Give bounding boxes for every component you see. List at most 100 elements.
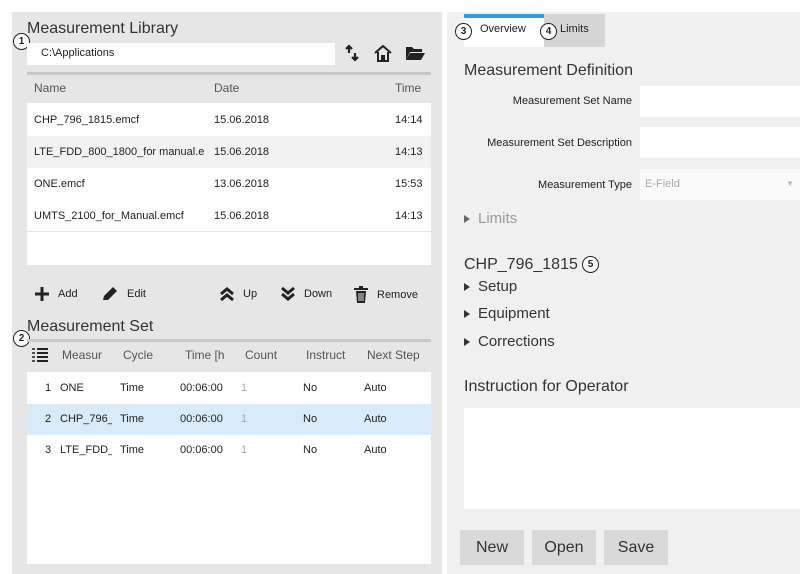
set-row-time: 00:06:00 xyxy=(180,444,223,456)
edit-button[interactable]: Edit xyxy=(101,286,146,302)
instruction-textarea[interactable] xyxy=(464,408,800,509)
column-header-date[interactable]: Date xyxy=(214,81,239,95)
set-row-number: 1 xyxy=(45,382,52,394)
tab-limits-label: Limits xyxy=(560,23,589,35)
measurement-set-description-label: Measurement Set Description xyxy=(487,137,632,149)
folder-open-icon[interactable] xyxy=(402,42,428,64)
library-row-time: 14:14 xyxy=(395,114,423,126)
column-header-time[interactable]: Time xyxy=(395,81,421,95)
library-row-date: 15.06.2018 xyxy=(214,210,270,222)
measurement-set-name-label: Measurement Set Name xyxy=(512,95,632,107)
library-row[interactable]: LTE_FDD_800_1800_for manual.e 15.06.2018… xyxy=(27,136,431,168)
callout-5: 5 xyxy=(582,256,599,273)
library-header-divider xyxy=(27,72,431,75)
library-row[interactable]: UMTS_2100_for_Manual.emcf 15.06.2018 14:… xyxy=(27,200,431,232)
set-row-time: 00:06:00 xyxy=(180,382,223,394)
list-settings-icon[interactable] xyxy=(31,347,49,363)
library-row-name: UMTS_2100_for_Manual.emcf xyxy=(34,210,184,222)
add-button-label: Add xyxy=(58,288,78,300)
new-button[interactable]: New xyxy=(460,530,524,565)
set-header-divider xyxy=(27,339,431,342)
set-row-cycle: Time xyxy=(120,444,145,456)
set-row-instruction: No xyxy=(303,413,318,425)
library-row[interactable]: ONE.emcf 13.06.2018 15:53 xyxy=(27,168,431,200)
expand-arrow-icon xyxy=(464,214,470,223)
expand-arrow-icon xyxy=(464,309,470,318)
set-row-number: 3 xyxy=(45,444,52,456)
library-row-name: ONE.emcf xyxy=(34,178,85,190)
library-row-time: 14:13 xyxy=(395,146,423,158)
tab-overview-label: Overview xyxy=(480,23,526,35)
remove-button-label: Remove xyxy=(377,289,418,301)
corrections-expander[interactable]: Corrections xyxy=(464,333,555,350)
add-button[interactable]: Add xyxy=(34,286,78,302)
up-button[interactable]: Up xyxy=(219,286,257,302)
remove-button[interactable]: Remove xyxy=(353,286,418,304)
library-row-date: 13.06.2018 xyxy=(214,178,270,190)
setup-expander-label: Setup xyxy=(478,278,518,295)
set-row-next-step: Auto xyxy=(364,413,387,425)
measurement-type-dropdown[interactable]: E-Field ▼ xyxy=(640,169,800,200)
equipment-expander-label: Equipment xyxy=(478,305,550,322)
set-row-instruction: No xyxy=(303,444,318,456)
library-path-field[interactable]: C:\Applications xyxy=(27,43,335,65)
set-row-name: LTE_FDD_8 xyxy=(60,444,112,456)
down-button-label: Down xyxy=(304,288,333,300)
plus-icon xyxy=(35,287,49,301)
measurement-set-description-field[interactable] xyxy=(640,127,800,158)
column-header-count[interactable]: Count xyxy=(245,348,277,362)
down-button[interactable]: Down xyxy=(280,286,332,302)
set-row-number: 2 xyxy=(45,413,52,425)
limits-expander-label: Limits xyxy=(478,210,518,227)
column-header-next-step[interactable]: Next Step xyxy=(367,348,420,362)
trash-icon xyxy=(354,286,368,303)
column-header-instruction[interactable]: Instruct xyxy=(306,348,356,362)
column-header-time[interactable]: Time [h xyxy=(185,348,235,362)
library-row-date: 15.06.2018 xyxy=(214,114,270,126)
set-row[interactable]: 3 LTE_FDD_8 Time 00:06:00 1 No Auto xyxy=(27,435,431,466)
set-row-instruction: No xyxy=(303,382,318,394)
home-icon[interactable] xyxy=(370,42,396,64)
measurement-set-title: Measurement Set xyxy=(27,318,154,335)
set-row-count: 1 xyxy=(241,413,248,425)
double-chevron-up-icon xyxy=(220,287,234,302)
callout-3: 3 xyxy=(455,23,472,40)
column-header-cycle[interactable]: Cycle xyxy=(123,348,153,362)
tab-overview-indicator xyxy=(464,14,544,18)
callout-4: 4 xyxy=(540,23,557,40)
set-row-next-step: Auto xyxy=(364,382,387,394)
save-button[interactable]: Save xyxy=(604,530,668,565)
set-row[interactable]: 1 ONE Time 00:06:00 1 No Auto xyxy=(27,373,431,404)
library-row-date: 15.06.2018 xyxy=(214,146,270,158)
open-button[interactable]: Open xyxy=(532,530,596,565)
selected-measurement-title: CHP_796_1815 xyxy=(464,256,578,273)
edit-button-label: Edit xyxy=(127,288,146,300)
library-row-time: 15:53 xyxy=(395,178,423,190)
instruction-title: Instruction for Operator xyxy=(464,378,629,395)
measurement-type-label: Measurement Type xyxy=(538,179,632,191)
library-row-time: 14:13 xyxy=(395,210,423,222)
measurement-definition-title: Measurement Definition xyxy=(464,62,633,79)
set-row-time: 00:06:00 xyxy=(180,413,223,425)
corrections-expander-label: Corrections xyxy=(478,333,555,350)
library-row-name: CHP_796_1815.emcf xyxy=(34,114,140,126)
equipment-expander[interactable]: Equipment xyxy=(464,305,550,322)
set-row-cycle: Time xyxy=(120,413,145,425)
set-row-count: 1 xyxy=(241,382,248,394)
column-header-name[interactable]: Name xyxy=(34,81,66,95)
set-row-cycle: Time xyxy=(120,382,145,394)
column-header-measurement[interactable]: Measur xyxy=(62,348,112,362)
set-row-next-step: Auto xyxy=(364,444,387,456)
pencil-icon xyxy=(103,287,117,300)
refresh-icon[interactable] xyxy=(339,42,365,64)
library-title: Measurement Library xyxy=(27,20,179,37)
up-button-label: Up xyxy=(243,288,258,300)
limits-expander[interactable]: Limits xyxy=(464,210,517,227)
expand-arrow-icon xyxy=(464,282,470,291)
setup-expander[interactable]: Setup xyxy=(464,278,517,295)
library-row[interactable]: CHP_796_1815.emcf 15.06.2018 14:14 xyxy=(27,104,431,136)
chevron-down-icon: ▼ xyxy=(786,179,794,188)
set-row-name: CHP_796_ xyxy=(60,413,112,425)
measurement-set-name-field[interactable] xyxy=(640,86,800,117)
set-row-selected[interactable]: 2 CHP_796_ Time 00:06:00 1 No Auto xyxy=(27,404,431,435)
